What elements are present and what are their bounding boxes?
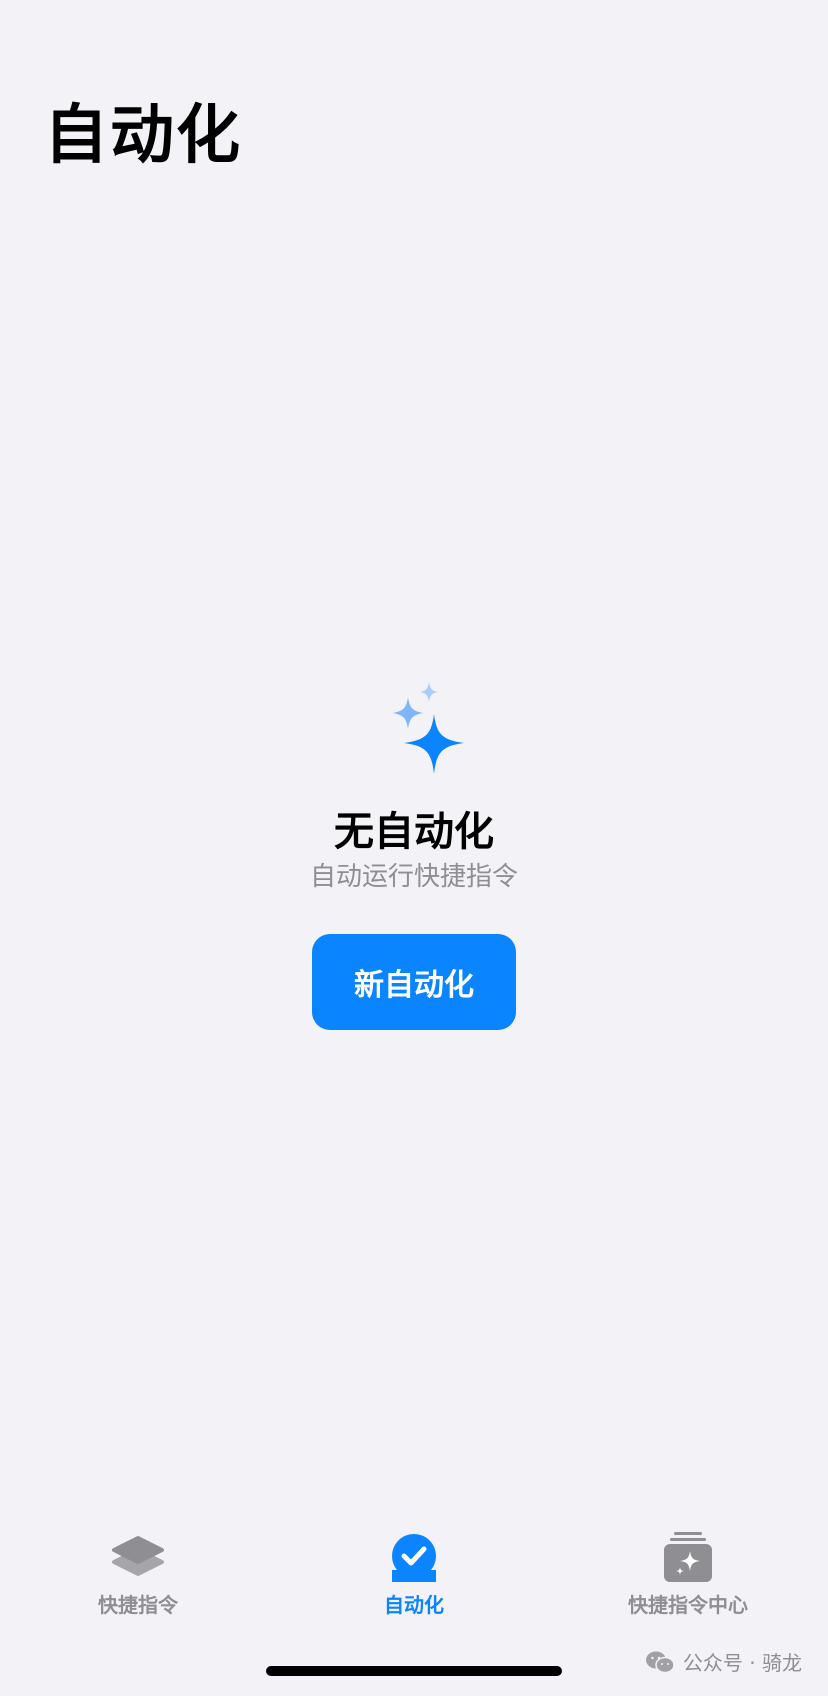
layers-icon [112,1536,164,1576]
empty-state: 无自动化 自动运行快捷指令 新自动化 [0,680,828,1030]
home-indicator [266,1666,562,1676]
watermark: 公众号 · 骑龙 [645,1647,802,1676]
gallery-sparkle-icon [664,1532,712,1582]
watermark-text: 公众号 · 骑龙 [682,1651,802,1675]
sparkles-icon [392,682,464,774]
empty-state-subtitle: 自动运行快捷指令 [309,862,518,892]
tab-label: 快捷指令 [98,1593,178,1617]
tab-label: 自动化 [384,1593,444,1617]
tab-label: 快捷指令中心 [628,1593,748,1617]
tab-automation[interactable]: 自动化 [304,1530,524,1618]
tab-gallery[interactable]: 快捷指令中心 [578,1530,798,1618]
wechat-icon [645,1651,675,1673]
checkmark-circle-icon [392,1534,436,1582]
automation-screen: 自动化 无自动化 自动运行快捷指令 新自动化 快捷指令 自动化 快捷指令中心 公… [0,0,828,1696]
tab-bar: 快捷指令 自动化 快捷指令中心 [0,1530,828,1650]
empty-state-title: 无自动化 [334,809,494,855]
new-automation-button[interactable]: 新自动化 [312,934,516,1030]
page-title: 自动化 [44,99,242,173]
tab-shortcuts[interactable]: 快捷指令 [28,1530,248,1618]
